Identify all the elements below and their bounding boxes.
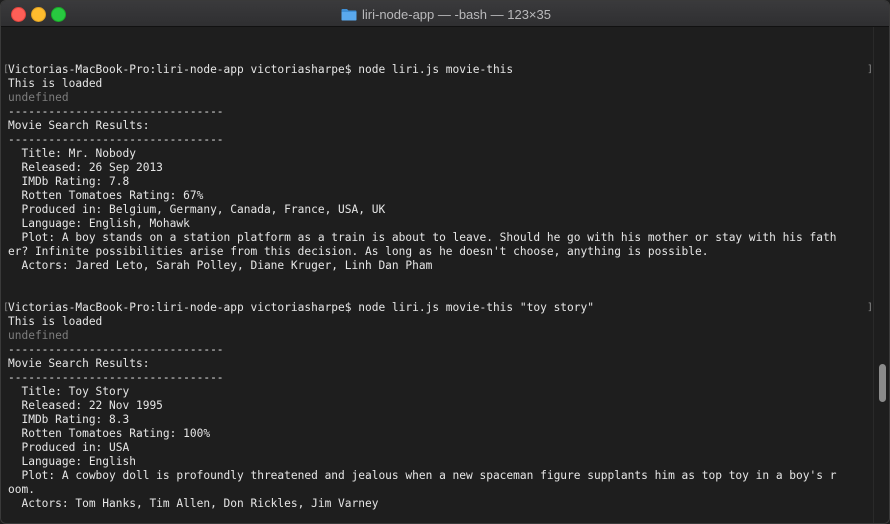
terminal-line: -------------------------------- <box>8 371 224 384</box>
terminal-line: er? Infinite possibilities arise from th… <box>8 245 709 258</box>
terminal-line: Plot: A cowboy doll is profoundly threat… <box>8 469 837 482</box>
terminal-line: -------------------------------- <box>8 105 224 118</box>
terminal-line: This is loaded <box>8 315 103 328</box>
terminal-line: Plot: A boy stands on a station platform… <box>8 231 837 244</box>
prompt-line: Victorias-MacBook-Pro:liri-node-app vict… <box>8 63 514 76</box>
terminal-line: IMDb Rating: 8.3 <box>8 413 130 426</box>
terminal-line: oom. <box>8 483 35 496</box>
terminal-line: Released: 22 Nov 1995 <box>8 399 163 412</box>
terminal-line: Movie Search Results: <box>8 119 150 132</box>
terminal-line: undefined <box>8 329 69 342</box>
terminal-window: liri-node-app — -bash — 123×35 Victorias… <box>0 0 890 524</box>
terminal-line: undefined <box>8 91 69 104</box>
terminal-line: Rotten Tomatoes Rating: 100% <box>8 427 211 440</box>
window-title-area: liri-node-app — -bash — 123×35 <box>1 1 889 27</box>
terminal-line: Actors: Tom Hanks, Tim Allen, Don Rickle… <box>8 497 379 510</box>
terminal-line: Language: English <box>8 455 136 468</box>
terminal-line: Language: English, Mohawk <box>8 217 190 230</box>
terminal-line: -------------------------------- <box>8 343 224 356</box>
title-bar[interactable]: liri-node-app — -bash — 123×35 <box>1 1 889 27</box>
window-title: liri-node-app — -bash — 123×35 <box>362 6 551 22</box>
mark-bracket-left: [ <box>3 302 10 313</box>
terminal-output[interactable]: Victorias-MacBook-Pro:liri-node-app vict… <box>1 27 873 523</box>
terminal-line: Actors: Jared Leto, Sarah Polley, Diane … <box>8 259 433 272</box>
vertical-scrollbar[interactable] <box>873 27 889 523</box>
terminal-line: -------------------------------- <box>8 133 224 146</box>
terminal-line: Movie Search Results: <box>8 357 150 370</box>
terminal-line: Title: Toy Story <box>8 385 130 398</box>
prompt-line: Victorias-MacBook-Pro:liri-node-app vict… <box>8 301 594 314</box>
mark-bracket-left: [ <box>3 64 10 75</box>
terminal-line: IMDb Rating: 7.8 <box>8 175 130 188</box>
terminal-line: Released: 26 Sep 2013 <box>8 161 163 174</box>
terminal-line: Title: Mr. Nobody <box>8 147 136 160</box>
terminal-line: Produced in: USA <box>8 441 130 454</box>
terminal-line: This is loaded <box>8 77 103 90</box>
terminal-line: Produced in: Belgium, Germany, Canada, F… <box>8 203 386 216</box>
scrollbar-thumb[interactable] <box>879 364 886 402</box>
terminal-line: Rotten Tomatoes Rating: 67% <box>8 189 204 202</box>
folder-icon <box>341 8 357 21</box>
